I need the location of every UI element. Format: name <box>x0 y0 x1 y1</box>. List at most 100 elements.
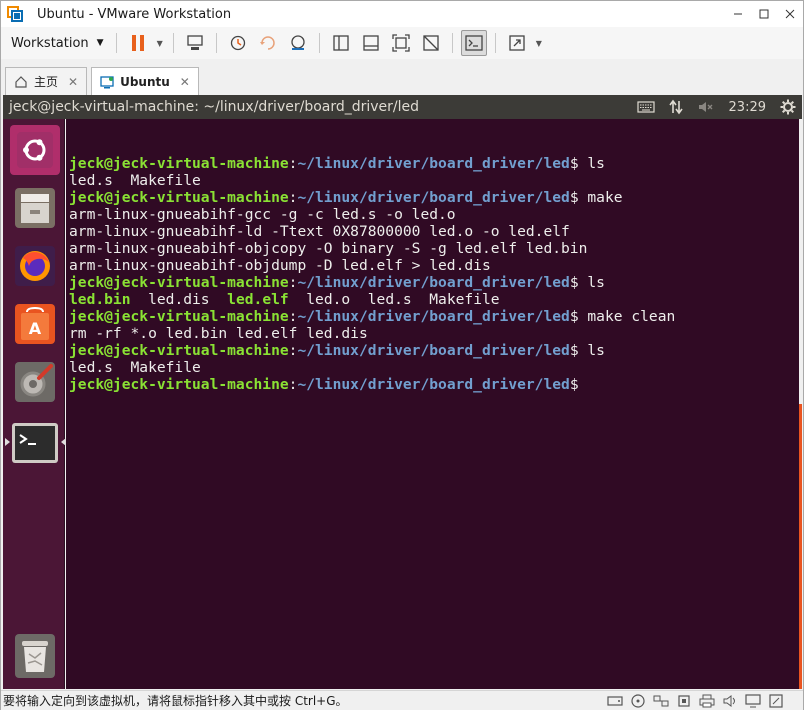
workstation-menu[interactable]: Workstation ▼ <box>5 30 110 56</box>
prompt-path: ~/linux/driver/board_driver/led <box>297 308 570 325</box>
clock[interactable]: 23:29 <box>729 100 766 115</box>
files-icon[interactable] <box>10 183 60 233</box>
prompt-user-host: jeck@jeck-virtual-machine <box>69 376 289 393</box>
message-icon[interactable] <box>767 693 785 709</box>
system-settings-icon[interactable] <box>10 357 60 407</box>
toolbar-divider <box>115 33 117 53</box>
fullscreen-button[interactable] <box>388 30 414 56</box>
window-controls <box>725 1 803 27</box>
stretch-icon <box>509 35 525 51</box>
terminal-lines: jeck@jeck-virtual-machine:~/linux/driver… <box>69 155 799 393</box>
close-icon[interactable]: ✕ <box>68 75 78 89</box>
terminal-line: jeck@jeck-virtual-machine:~/linux/driver… <box>69 342 799 359</box>
toolbar-divider <box>451 33 453 53</box>
status-hint: 要将输入定向到该虚拟机，请将鼠标指针移入其中或按 Ctrl+G。 <box>3 694 348 708</box>
ls-entry: led.elf <box>227 291 289 308</box>
tab-home[interactable]: 主页 ✕ <box>5 67 88 95</box>
terminal-line: arm-linux-gnueabihf-gcc -g -c led.s -o l… <box>69 206 799 223</box>
unity-button[interactable] <box>418 30 444 56</box>
keyboard-icon[interactable] <box>636 100 655 114</box>
command-output: arm-linux-gnueabihf-objdump -D led.elf >… <box>69 257 491 274</box>
snapshot-manager-button[interactable] <box>285 30 311 56</box>
svg-text:A: A <box>29 319 42 338</box>
command-output: rm -rf *.o led.bin led.elf led.dis <box>69 325 368 342</box>
network-adapter-icon[interactable] <box>652 693 670 709</box>
command-output: led.s Makefile <box>69 359 201 376</box>
usb-icon[interactable] <box>675 693 693 709</box>
window-title: Ubuntu - VMware Workstation <box>37 6 232 22</box>
terminal-icon[interactable] <box>5 418 66 468</box>
prompt-command: $ make <box>569 189 623 206</box>
pause-button[interactable] <box>125 30 151 56</box>
ubuntu-dash-icon[interactable] <box>10 125 60 175</box>
snapshot-icon <box>230 35 245 51</box>
chevron-down-icon: ▼ <box>96 38 104 48</box>
maximize-icon[interactable] <box>751 1 777 27</box>
toolbar-divider <box>494 33 496 53</box>
stretch-button[interactable] <box>504 30 530 56</box>
terminal-view-button[interactable] <box>460 30 487 56</box>
trash-icon[interactable] <box>10 631 60 681</box>
terminal-line: jeck@jeck-virtual-machine:~/linux/driver… <box>69 155 799 172</box>
network-icon[interactable] <box>668 99 683 115</box>
prompt-user-host: jeck@jeck-virtual-machine <box>69 308 289 325</box>
terminal-line: arm-linux-gnueabihf-ld -Ttext 0X87800000… <box>69 223 799 240</box>
prompt-command: $ ls <box>569 342 605 359</box>
prompt-path: ~/linux/driver/board_driver/led <box>297 376 570 393</box>
software-center-icon[interactable]: A <box>10 299 60 349</box>
terminal-output[interactable]: jeck@jeck-virtual-machine:~/linux/driver… <box>66 119 799 689</box>
vm-scrollbar[interactable] <box>799 404 802 689</box>
fullscreen-icon <box>392 34 410 52</box>
terminal-line: led.s Makefile <box>69 359 799 376</box>
prompt-user-host: jeck@jeck-virtual-machine <box>69 342 289 359</box>
send-ctrl-alt-del-button[interactable] <box>182 30 208 56</box>
command-output: arm-linux-gnueabihf-gcc -g -c led.s -o l… <box>69 206 456 223</box>
terminal-line: jeck@jeck-virtual-machine:~/linux/driver… <box>69 308 799 325</box>
hdd-icon[interactable] <box>606 693 624 709</box>
home-icon <box>14 75 28 89</box>
volume-muted-icon[interactable] <box>697 100 715 114</box>
minimize-icon[interactable] <box>725 1 751 27</box>
firefox-icon[interactable] <box>10 241 60 291</box>
sidebar-button[interactable] <box>328 30 354 56</box>
terminal-line: jeck@jeck-virtual-machine:~/linux/driver… <box>69 189 799 206</box>
revert-snapshot-button[interactable] <box>255 30 281 56</box>
vm-icon <box>100 75 114 89</box>
toolbar: Workstation ▼ ▼ ▼ <box>1 27 803 59</box>
snapshot-manager-icon <box>291 35 305 50</box>
prompt-command: $ make clean <box>569 308 676 325</box>
command-output: arm-linux-gnueabihf-objcopy -O binary -S… <box>69 240 588 257</box>
close-icon[interactable] <box>777 1 803 27</box>
terminal-line: jeck@jeck-virtual-machine:~/linux/driver… <box>69 376 799 393</box>
toolbar-divider <box>172 33 174 53</box>
gear-icon[interactable] <box>780 99 796 115</box>
toolbar-divider <box>318 33 320 53</box>
terminal-line: jeck@jeck-virtual-machine:~/linux/driver… <box>69 274 799 291</box>
terminal-line: led.s Makefile <box>69 172 799 189</box>
pause-menu-caret[interactable]: ▼ <box>157 39 163 48</box>
ls-entry: led.o led.s Makefile <box>288 291 500 308</box>
printer-icon[interactable] <box>698 693 716 709</box>
vmware-window: Ubuntu - VMware Workstation Workstation … <box>0 0 804 710</box>
display-icon[interactable] <box>744 693 762 709</box>
sound-icon[interactable] <box>721 693 739 709</box>
command-output: led.s Makefile <box>69 172 201 189</box>
indicator-area: 23:29 <box>623 95 796 119</box>
terminal-line: rm -rf *.o led.bin led.elf led.dis <box>69 325 799 342</box>
snapshot-button[interactable] <box>225 30 251 56</box>
device-icons <box>601 693 785 709</box>
prompt-command: $ ls <box>569 155 605 172</box>
console-view-button[interactable] <box>358 30 384 56</box>
stretch-menu-caret[interactable]: ▼ <box>536 39 542 48</box>
cdrom-icon[interactable] <box>629 693 647 709</box>
console-view-icon <box>363 35 379 51</box>
terminal-view-icon <box>465 35 483 51</box>
terminal-line: arm-linux-gnueabihf-objcopy -O binary -S… <box>69 240 799 257</box>
ls-entry: led.dis <box>130 291 228 308</box>
close-icon[interactable]: ✕ <box>180 75 190 89</box>
sidebar-icon <box>333 35 349 51</box>
tab-ubuntu[interactable]: Ubuntu ✕ <box>91 67 199 95</box>
tab-label: 主页 <box>34 75 59 89</box>
pause-icon <box>131 35 144 51</box>
prompt-command: $ <box>569 376 579 393</box>
